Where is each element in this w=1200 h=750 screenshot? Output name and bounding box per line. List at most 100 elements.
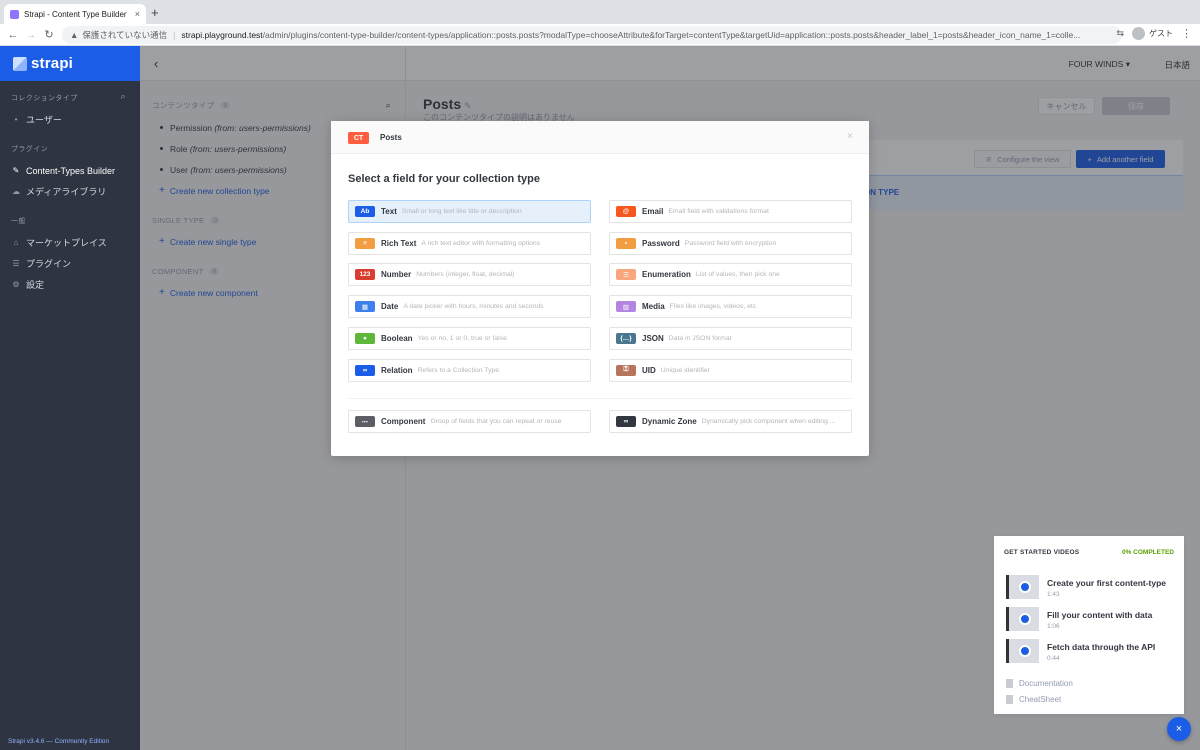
calendar-icon: ▦: [355, 301, 375, 313]
shop-icon: ⌂: [13, 238, 19, 247]
field-type-dynamic-zone[interactable]: ∞ Dynamic Zone Dynamically pick component …: [609, 410, 852, 433]
strapi-logo[interactable]: strapi: [0, 46, 140, 81]
field-type-media[interactable]: ▨ Media Files like images, videos, etc: [609, 295, 852, 319]
video-thumbnail: [1006, 639, 1039, 663]
infinity-icon: ∞: [616, 416, 636, 427]
sidebar-item-marketplace[interactable]: ⌂ マーケットプレイス: [0, 232, 140, 253]
list-icon: ☰: [616, 269, 636, 281]
sidebar-item-label: Content-Types Builder: [26, 165, 116, 176]
close-icon[interactable]: ×: [847, 131, 853, 142]
field-type-rich-text[interactable]: ≡ Rich Text A rich text editor with format…: [348, 231, 591, 255]
sidebar-item-plugins[interactable]: ☰ プラグイン: [0, 253, 140, 274]
field-type-description: Dynamically pick component when editing …: [701, 418, 836, 425]
field-type-name: Rich Text: [381, 238, 417, 248]
url-host: strapi.playground.test: [181, 30, 263, 40]
gear-icon: ⚙: [12, 280, 20, 289]
sidebar-item-label: 設定: [26, 280, 45, 290]
field-type-uid[interactable]: ⚿ UID Unique identifier: [609, 358, 852, 382]
list-icon: ☰: [12, 259, 20, 268]
close-videos-button[interactable]: ×: [1167, 717, 1191, 741]
avatar: [1132, 27, 1145, 40]
video-thumbnail: [1006, 575, 1039, 599]
video-item[interactable]: Fetch data through the API 0:44: [1006, 639, 1176, 665]
field-type-password[interactable]: ▪ Password Password field with encryption: [609, 231, 852, 255]
field-type-name: Enumeration: [642, 270, 691, 280]
guest-label: ゲスト: [1149, 29, 1173, 38]
field-type-description: A rich text editor with formatting optio…: [421, 239, 541, 247]
video-title: Create your first content-type: [1047, 578, 1167, 588]
field-type-name: Dynamic Zone: [642, 417, 697, 426]
url-separator: |: [173, 30, 176, 40]
back-arrow-icon[interactable]: ←: [4, 29, 22, 41]
cheatsheet-link[interactable]: CheatSheet: [1006, 695, 1061, 704]
strapi-favicon-icon: [10, 9, 19, 19]
sidebar-item-users[interactable]: • ユーザー: [0, 109, 140, 130]
general-heading: 一般: [11, 218, 26, 225]
video-item[interactable]: Fill your content with data 1:06: [1006, 607, 1176, 633]
field-type-component[interactable]: ⋯ Component Group of fields that you can r…: [348, 410, 591, 433]
address-bar[interactable]: ▲ 保護されていない通信 | strapi.playground.test /a…: [62, 26, 1122, 44]
field-type-description: A date picker with hours, minutes and se…: [403, 303, 544, 311]
close-icon: ×: [1175, 723, 1183, 735]
sidebar-item-label: ユーザー: [26, 115, 62, 125]
field-type-description: Data in JSON format: [668, 334, 732, 342]
text-icon: Ab: [355, 206, 375, 217]
browser-tab[interactable]: Strapi - Content Type Builder ×: [4, 4, 146, 24]
reload-icon[interactable]: ↻: [40, 28, 58, 41]
file-icon: [1006, 695, 1013, 704]
field-type-name: UID: [642, 365, 656, 375]
key-icon: ⚿: [616, 364, 636, 376]
field-type-date[interactable]: ▦ Date A date picker with hours, minutes a…: [348, 295, 591, 319]
field-type-name: Boolean: [381, 333, 413, 343]
video-item[interactable]: Create your first content-type 1:43: [1006, 575, 1176, 601]
sidebar-item-media-library[interactable]: ☁ メディアライブラリ: [0, 181, 140, 202]
video-duration: 0:44: [1047, 655, 1060, 662]
translate-icon[interactable]: ⇆: [1116, 28, 1124, 39]
sidebar-item-settings[interactable]: ⚙ 設定: [0, 274, 140, 295]
sidebar-item-content-types-builder[interactable]: ✎ Content-Types Builder: [0, 160, 140, 181]
strapi-logo-icon: [13, 56, 27, 71]
version-footer: Strapi v3.4.6 — Community Edition: [8, 738, 110, 745]
forward-arrow-icon[interactable]: →: [22, 29, 40, 41]
lock-icon: ▪: [616, 237, 636, 249]
divider: [348, 398, 852, 399]
browser-menu-icon[interactable]: ⋮: [1181, 27, 1192, 40]
field-type-enumeration[interactable]: ☰ Enumeration List of values, then pick on…: [609, 263, 852, 287]
profile-button[interactable]: ゲスト: [1132, 27, 1173, 40]
tab-close-icon[interactable]: ×: [135, 9, 140, 19]
field-type-description: Email field with validations format: [668, 208, 769, 215]
warning-icon: ▲: [70, 30, 79, 40]
field-type-json[interactable]: {…} JSON Data in JSON format: [609, 326, 852, 350]
plugins-heading: プラグイン: [11, 146, 48, 153]
sidebar-item-label: プラグイン: [26, 259, 72, 269]
cloud-upload-icon: ☁: [12, 187, 20, 196]
image-icon: ▨: [616, 301, 636, 313]
documentation-link[interactable]: Documentation: [1006, 679, 1073, 688]
field-type-relation[interactable]: ∞ Relation Refers to a Collection Type: [348, 358, 591, 382]
field-type-boolean[interactable]: ● Boolean Yes or no, 1 or 0, true or false: [348, 326, 591, 350]
play-icon: [1019, 581, 1031, 593]
field-type-email[interactable]: @ Email Email field with validations forma…: [609, 200, 852, 223]
video-title: Fill your content with data: [1047, 610, 1153, 620]
field-type-name: Password: [642, 238, 680, 248]
braces-icon: {…}: [616, 332, 636, 344]
browser-toolbar: ← → ↻ ▲ 保護されていない通信 | strapi.playground.t…: [0, 24, 1200, 46]
modal-content-type-name: Posts: [380, 133, 402, 142]
link-icon: ∞: [355, 364, 375, 376]
field-type-text[interactable]: Ab Text Small or long text like title or d…: [348, 200, 591, 223]
field-type-description: Yes or no, 1 or 0, true or false: [417, 334, 507, 342]
videos-progress: 0% COMPLETED: [1121, 549, 1174, 556]
new-tab-button[interactable]: +: [151, 5, 159, 21]
play-icon: [1019, 645, 1031, 657]
play-icon: [1019, 613, 1031, 625]
brand-name: strapi: [31, 55, 74, 72]
video-thumbnail: [1006, 607, 1039, 631]
search-icon[interactable]: ⌕: [121, 91, 126, 102]
browser-tabbar: Strapi - Content Type Builder × +: [0, 0, 1200, 24]
at-icon: @: [616, 206, 636, 217]
field-type-description: Small or long text like title or descrip…: [401, 208, 522, 215]
component-icon: ⋯: [355, 416, 375, 427]
field-type-description: Password field with encryption: [684, 239, 777, 247]
field-type-number[interactable]: 123 Number Numbers (integer, float, decima…: [348, 263, 591, 287]
bullet-icon: •: [14, 115, 18, 124]
